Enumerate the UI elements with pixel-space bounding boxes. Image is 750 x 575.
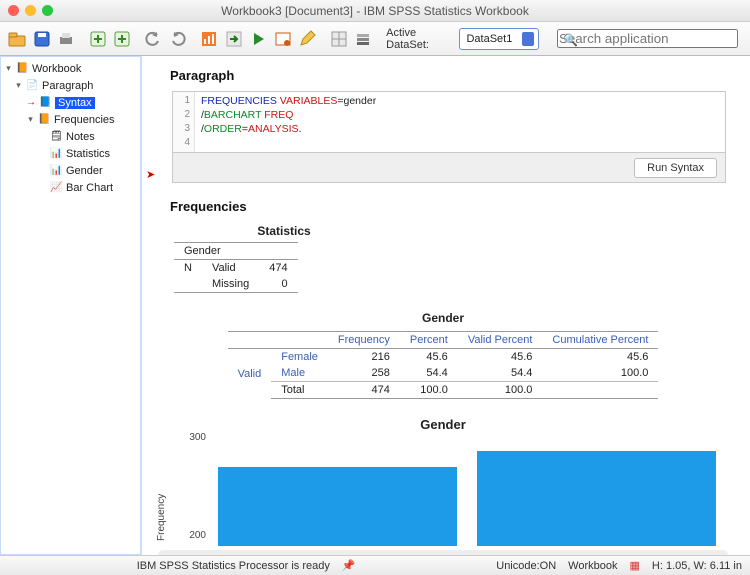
stack-icon[interactable] (352, 26, 374, 52)
open-icon[interactable] (6, 26, 28, 52)
syntax-block[interactable]: 1234 FREQUENCIES VARIABLES=gender /BARCH… (172, 91, 726, 183)
search-icon: 🔍 (563, 33, 578, 47)
add-green-icon[interactable] (86, 26, 108, 52)
chart-plot (208, 436, 726, 546)
window-titlebar: Workbook3 [Document3] - IBM SPSS Statist… (0, 0, 750, 22)
current-pointer-icon: ➤ (146, 168, 155, 181)
print-icon[interactable] (55, 26, 77, 52)
statistics-table: Gender NValid474 Missing0 (174, 242, 298, 293)
output-viewer[interactable]: Paragraph ➤ 1234 FREQUENCIES VARIABLES=g… (142, 56, 750, 555)
tree-barchart[interactable]: 📈Bar Chart (2, 179, 139, 196)
gender-table: Frequency Percent Valid Percent Cumulati… (228, 331, 659, 399)
workbook-status: Workbook (568, 560, 617, 572)
pin-icon: 📌 (342, 559, 356, 572)
syntax-footer: Run Syntax (173, 152, 725, 182)
tree-syntax[interactable]: →📘Syntax (2, 94, 139, 111)
ytick-200: 200 (178, 530, 206, 541)
syntax-gutter: 1234 (173, 92, 195, 152)
processor-status: IBM SPSS Statistics Processor is ready (137, 560, 330, 572)
search-input[interactable] (557, 29, 738, 48)
goto-icon[interactable] (223, 26, 245, 52)
paragraph-heading: Paragraph (170, 68, 734, 83)
close-icon[interactable] (8, 5, 19, 16)
chart-title: Gender (150, 417, 736, 432)
run-syntax-button[interactable]: Run Syntax (634, 158, 717, 178)
run-icon[interactable] (247, 26, 269, 52)
ytick-300: 300 (178, 432, 206, 443)
dimensions-status: H: 1.05, W: 6.11 in (652, 560, 742, 572)
stat-var-label: Gender (174, 243, 298, 260)
y-axis-label: Frequency (156, 494, 167, 541)
traffic-lights (0, 5, 53, 16)
chart-icon[interactable] (198, 26, 220, 52)
bar-chart: 300 200 Frequency (208, 436, 726, 546)
tree-root[interactable]: ▾📙Workbook (2, 60, 139, 77)
tree-gender[interactable]: 📊Gender (2, 162, 139, 179)
frequencies-heading: Frequencies (170, 199, 734, 214)
tree-statistics[interactable]: 📊Statistics (2, 145, 139, 162)
add-green2-icon[interactable] (111, 26, 133, 52)
minimize-icon[interactable] (25, 5, 36, 16)
main-toolbar: Active DataSet: DataSet1 🔍 (0, 22, 750, 56)
active-dataset-label: Active DataSet: (386, 27, 451, 51)
grid-status-icon: ▦ (630, 559, 640, 572)
tree-frequencies[interactable]: ▾📙Frequencies (2, 111, 139, 128)
undo-icon[interactable] (142, 26, 164, 52)
active-dataset-combo[interactable]: DataSet1 (459, 28, 538, 50)
horizontal-scrollbar[interactable] (158, 550, 728, 555)
gender-table-title: Gender (150, 311, 736, 325)
zoom-icon[interactable] (42, 5, 53, 16)
bar-male (477, 451, 715, 546)
edit-icon[interactable] (296, 26, 318, 52)
bar-female (218, 467, 456, 546)
search-wrap: 🔍 (557, 29, 738, 48)
dialog-icon[interactable] (271, 26, 293, 52)
unicode-status: Unicode:ON (496, 560, 556, 572)
window-title: Workbook3 [Document3] - IBM SPSS Statist… (0, 4, 750, 18)
redo-icon[interactable] (167, 26, 189, 52)
statistics-title: Statistics (174, 224, 394, 238)
active-dataset-value: DataSet1 (466, 33, 512, 45)
grid-icon[interactable] (327, 26, 349, 52)
outline-tree[interactable]: ▾📙Workbook ▾📄Paragraph →📘Syntax ▾📙Freque… (0, 56, 142, 555)
syntax-editor[interactable]: FREQUENCIES VARIABLES=gender /BARCHART F… (195, 92, 725, 152)
status-bar: IBM SPSS Statistics Processor is ready 📌… (0, 555, 750, 575)
tree-paragraph[interactable]: ▾📄Paragraph (2, 77, 139, 94)
main-split: ▾📙Workbook ▾📄Paragraph →📘Syntax ▾📙Freque… (0, 56, 750, 555)
save-icon[interactable] (30, 26, 52, 52)
tree-notes[interactable]: 🗒Notes (2, 128, 139, 145)
